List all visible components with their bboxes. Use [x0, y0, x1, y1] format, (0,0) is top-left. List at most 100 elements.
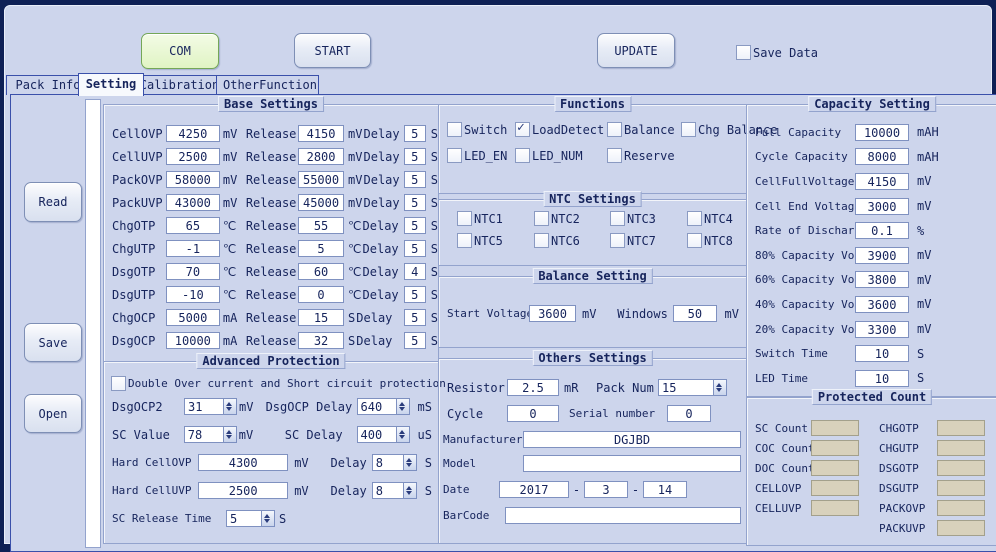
spinner-icon[interactable] [224, 398, 237, 415]
value-field[interactable]: 43000 [166, 194, 220, 211]
checkbox-box[interactable] [534, 233, 549, 248]
date-day-field[interactable]: 14 [643, 481, 687, 498]
function-checkbox[interactable]: Switch [447, 122, 515, 137]
date-year-field[interactable]: 2017 [499, 481, 569, 498]
ntc-checkbox[interactable]: NTC4 [687, 211, 746, 226]
ntc-checkbox[interactable]: NTC3 [610, 211, 687, 226]
value-field[interactable]: 70 [166, 263, 220, 280]
vertical-splitter[interactable] [85, 99, 101, 548]
dsgocp-delay-stepper[interactable]: 640 [357, 398, 410, 415]
cycle-field[interactable]: 0 [507, 405, 559, 422]
checkbox-box[interactable] [515, 148, 530, 163]
value-field[interactable]: 3800 [855, 271, 909, 288]
com-button[interactable]: COM [141, 33, 219, 69]
checkbox-box[interactable] [534, 211, 549, 226]
double-protection-checkbox-box[interactable] [111, 376, 126, 391]
checkbox-box[interactable] [687, 233, 702, 248]
spinner-icon[interactable] [224, 426, 237, 443]
value-field[interactable]: 10 [855, 345, 909, 362]
checkbox-box[interactable] [607, 122, 622, 137]
delay-field[interactable]: 5 [404, 148, 426, 165]
value-field[interactable]: 10000 [855, 124, 909, 141]
value-field[interactable]: 2500 [166, 148, 220, 165]
update-button[interactable]: UPDATE [597, 33, 675, 68]
double-protection-checkbox[interactable]: Double Over current and Short circuit pr… [111, 376, 446, 391]
checkbox-box[interactable] [457, 211, 472, 226]
ntc-checkbox[interactable]: NTC2 [534, 211, 610, 226]
release-field[interactable]: 0 [298, 286, 344, 303]
release-field[interactable]: 5 [298, 240, 344, 257]
date-month-field[interactable]: 3 [584, 481, 628, 498]
delay-field[interactable]: 5 [404, 309, 426, 326]
checkbox-box[interactable] [447, 148, 462, 163]
hard-celluvp-field[interactable]: 2500 [198, 482, 288, 499]
delay-field[interactable]: 5 [404, 332, 426, 349]
spinner-icon[interactable] [397, 398, 410, 415]
delay-field[interactable]: 5 [404, 171, 426, 188]
sc-release-time-stepper[interactable]: 5 [226, 510, 275, 527]
start-voltage-field[interactable]: 3600 [529, 305, 576, 322]
value-field[interactable]: 3000 [855, 198, 909, 215]
checkbox-box[interactable] [457, 233, 472, 248]
release-field[interactable]: 2800 [298, 148, 344, 165]
dsgocp-delay-field[interactable]: 640 [357, 398, 397, 415]
release-field[interactable]: 45000 [298, 194, 344, 211]
resistor-field[interactable]: 2.5 [507, 379, 559, 396]
release-field[interactable]: 55000 [298, 171, 344, 188]
save-data-checkbox-box[interactable] [736, 45, 751, 60]
value-field[interactable]: 10 [855, 370, 909, 387]
function-checkbox[interactable]: LED_EN [447, 148, 515, 163]
delay-field[interactable]: 5 [404, 194, 426, 211]
checkbox-box[interactable] [610, 211, 625, 226]
checkbox-box[interactable] [515, 122, 530, 137]
function-checkbox[interactable]: LoadDetect [515, 122, 607, 137]
sc-delay-stepper[interactable]: 400 [357, 426, 410, 443]
value-field[interactable]: 10000 [166, 332, 220, 349]
spinner-icon[interactable] [397, 426, 410, 443]
model-field[interactable] [523, 455, 741, 472]
checkbox-box[interactable] [607, 148, 622, 163]
hard-cellovp-delay-stepper[interactable]: 8 [372, 454, 417, 471]
sc-delay-field[interactable]: 400 [357, 426, 397, 443]
ntc-checkbox[interactable]: NTC6 [534, 233, 610, 248]
tab-setting[interactable]: Setting [78, 73, 144, 96]
barcode-field[interactable] [505, 507, 741, 524]
spinner-icon[interactable] [404, 454, 417, 471]
open-button[interactable]: Open [24, 394, 82, 433]
pack-num-field[interactable]: 15 [658, 379, 714, 396]
sc-value-field[interactable]: 78 [184, 426, 224, 443]
function-checkbox[interactable]: Balance [607, 122, 681, 137]
start-button[interactable]: START [294, 33, 371, 68]
delay-field[interactable]: 5 [404, 125, 426, 142]
spinner-icon[interactable] [262, 510, 275, 527]
value-field[interactable]: 3900 [855, 247, 909, 264]
dsgocp2-stepper[interactable]: 31 [184, 398, 237, 415]
release-field[interactable]: 4150 [298, 125, 344, 142]
ntc-checkbox[interactable]: NTC1 [457, 211, 534, 226]
sc-value-stepper[interactable]: 78 [184, 426, 237, 443]
ntc-checkbox[interactable]: NTC7 [610, 233, 687, 248]
value-field[interactable]: -1 [166, 240, 220, 257]
value-field[interactable]: 8000 [855, 148, 909, 165]
delay-field[interactable]: 5 [404, 286, 426, 303]
hard-celluvp-delay-field[interactable]: 8 [372, 482, 404, 499]
checkbox-box[interactable] [610, 233, 625, 248]
value-field[interactable]: 0.1 [855, 222, 909, 239]
value-field[interactable]: 5000 [166, 309, 220, 326]
checkbox-box[interactable] [681, 122, 696, 137]
release-field[interactable]: 15 [298, 309, 344, 326]
serial-number-field[interactable]: 0 [667, 405, 711, 422]
pack-num-stepper[interactable]: 15 [658, 379, 727, 396]
delay-field[interactable]: 5 [404, 217, 426, 234]
release-field[interactable]: 32 [298, 332, 344, 349]
checkbox-box[interactable] [687, 211, 702, 226]
ntc-checkbox[interactable]: NTC8 [687, 233, 746, 248]
windows-field[interactable]: 50 [673, 305, 716, 322]
tab-otherfunction[interactable]: OtherFunction [216, 75, 319, 95]
function-checkbox[interactable]: LED_NUM [515, 148, 607, 163]
delay-field[interactable]: 5 [404, 240, 426, 257]
value-field[interactable]: -10 [166, 286, 220, 303]
hard-celluvp-delay-stepper[interactable]: 8 [372, 482, 417, 499]
ntc-checkbox[interactable]: NTC5 [457, 233, 534, 248]
read-button[interactable]: Read [24, 182, 82, 222]
